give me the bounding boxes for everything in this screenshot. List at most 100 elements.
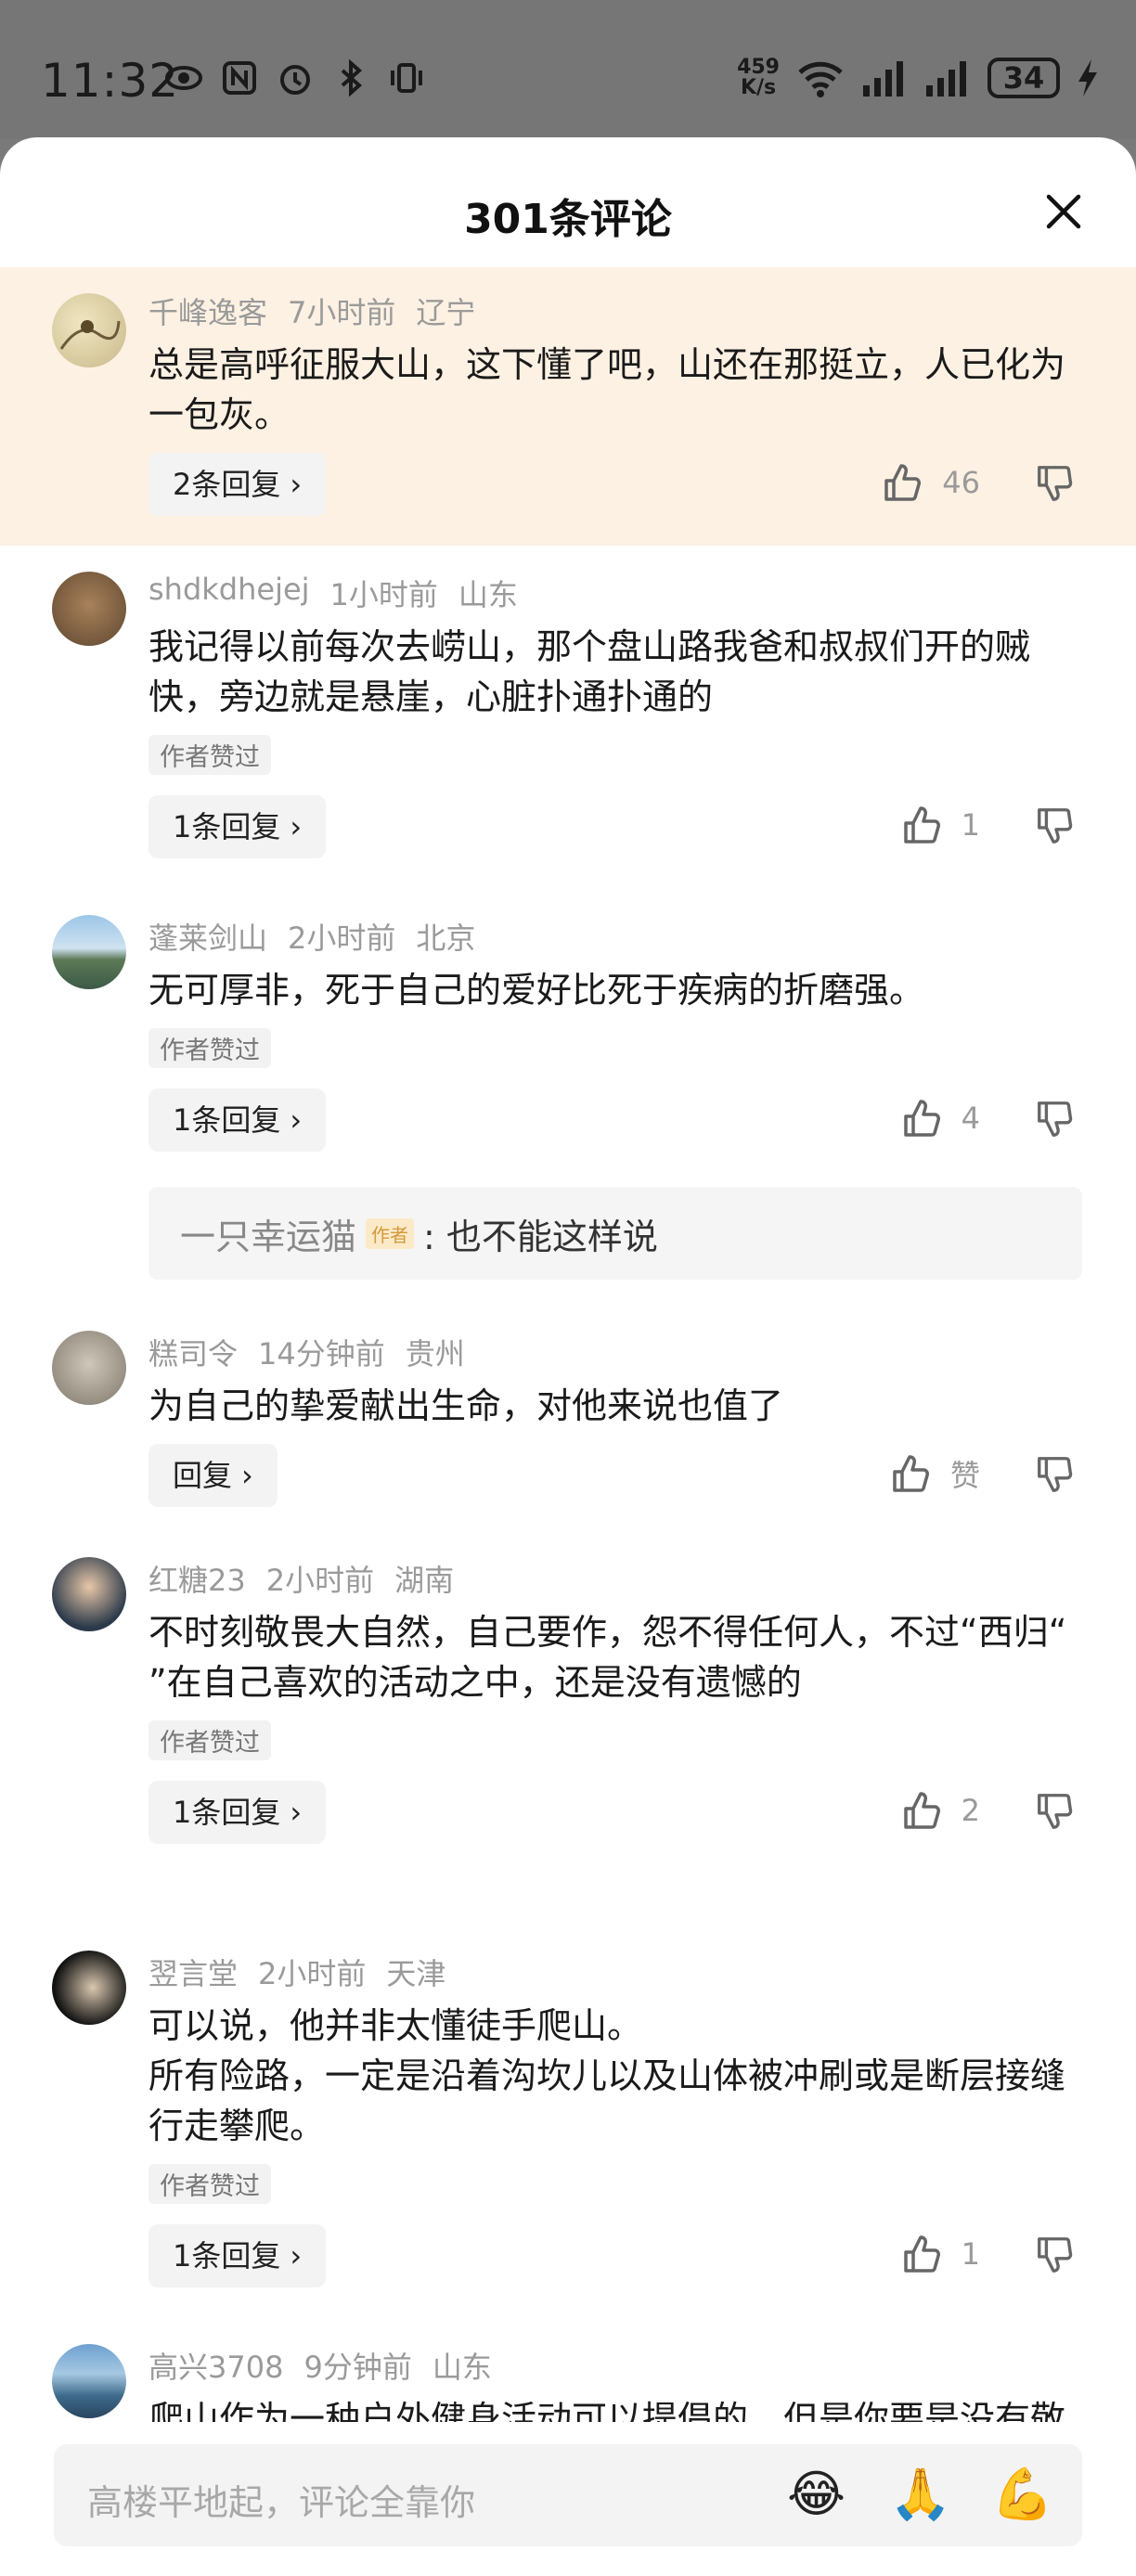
comment-text[interactable]: 我记得以前每次去崂山，那个盘山路我爸和叔叔们开的贼快，旁边就是悬崖，心脏扑通扑通… <box>148 622 1082 722</box>
author-liked-badge: 作者赞过 <box>148 1028 271 1068</box>
comment-location: 湖南 <box>394 1563 455 1598</box>
reply-label: 1条回复 <box>173 809 281 844</box>
comment-meta: 红糖23 2小时前 湖南 <box>148 1557 1082 1600</box>
like-button[interactable]: 赞 <box>889 1451 980 1496</box>
comment-location: 贵州 <box>405 1336 465 1372</box>
status-icons-right: 459 K/s 34 <box>737 58 1099 98</box>
username[interactable]: 翌言堂 <box>148 1951 238 1993</box>
bluetooth-icon <box>341 59 363 97</box>
wifi-icon <box>798 61 843 97</box>
thumb-down-icon[interactable] <box>1034 1098 1077 1140</box>
net-speed-unit: K/s <box>740 76 777 99</box>
reply-text: : 也不能这样说 <box>423 1216 658 1257</box>
alarm-icon <box>280 65 310 95</box>
comment-list[interactable]: 千峰逸客 7小时前 辽宁 总是高呼征服大山，这下懂了吧，山还在那挺立，人已化为一… <box>0 267 1136 2550</box>
thumb-up-icon <box>884 464 922 501</box>
comment-time: 2小时前 <box>258 1956 367 1991</box>
reply-preview[interactable]: 一只幸运猫 作者 : 也不能这样说 <box>148 1187 1082 1280</box>
close-icon[interactable] <box>1043 191 1084 232</box>
status-icons-left <box>165 59 425 97</box>
author-liked-badge: 作者赞过 <box>148 1720 271 1760</box>
comment-input[interactable]: 高楼平地起，评论全靠你 😂 🙏 💪 <box>54 2444 1082 2546</box>
praying-hands-emoji-icon[interactable]: 🙏 <box>889 2467 951 2522</box>
avatar[interactable] <box>52 293 126 367</box>
like-count: 1 <box>961 2236 980 2272</box>
like-button[interactable]: 1 <box>900 803 980 847</box>
thumb-up-icon <box>903 1792 940 1829</box>
laughing-emoji-icon[interactable]: 😂 <box>787 2467 846 2522</box>
comment-item: 蓬莱剑山 2小时前 北京 无可厚非，死于自己的爱好比死于疾病的折磨强。 作者赞过… <box>0 889 1136 1308</box>
view-replies-button[interactable]: 2条回复 › <box>148 453 327 516</box>
view-replies-button[interactable]: 1条回复 › <box>148 1781 327 1844</box>
username[interactable]: 红糖23 <box>148 1557 246 1600</box>
like-button[interactable]: 46 <box>881 460 980 505</box>
comment-input-bar: 高楼平地起，评论全靠你 😂 🙏 💪 <box>0 2422 1136 2576</box>
comment-sheet: 301条评论 千峰逸客 7小时前 辽宁 总是高呼征服大山，这下懂了吧，山还在那挺… <box>0 137 1136 2576</box>
eye-icon <box>165 66 202 90</box>
thumb-down-icon[interactable] <box>1034 1790 1077 1833</box>
view-replies-button[interactable]: 1条回复 › <box>148 795 327 858</box>
avatar[interactable] <box>52 2344 126 2418</box>
like-count: 2 <box>961 1793 980 1828</box>
comment-text[interactable]: 总是高呼征服大山，这下懂了吧，山还在那挺立，人已化为一包灰。 <box>148 340 1082 440</box>
avatar[interactable] <box>52 915 126 989</box>
username[interactable]: 高兴3708 <box>148 2344 283 2387</box>
reply-label: 1条回复 <box>173 2238 281 2273</box>
signal-icon <box>926 61 966 97</box>
comment-text[interactable]: 不时刻敬畏大自然，自己要作，怨不得任何人，不过“西归“ ”在自己喜欢的活动之中，… <box>148 1607 1082 1707</box>
comment-text[interactable]: 可以说，他并非太懂徒手爬山。 所有险路，一定是沿着沟坎儿以及山体被冲刷或是断层接… <box>148 2001 1082 2151</box>
thumb-up-icon <box>903 806 940 844</box>
reply-username[interactable]: 一只幸运猫 <box>180 1208 356 1259</box>
flexed-biceps-emoji-icon[interactable]: 💪 <box>991 2467 1053 2522</box>
like-button[interactable]: 1 <box>900 2232 980 2276</box>
comment-time: 14分钟前 <box>258 1336 385 1372</box>
comment-text[interactable]: 为自己的挚爱献出生命，对他来说也值了 <box>148 1381 1082 1431</box>
thumb-down-icon[interactable] <box>1034 805 1077 847</box>
like-count: 46 <box>942 465 980 500</box>
comment-time: 7小时前 <box>288 295 396 330</box>
comment-meta: shdkdhejej 1小时前 山东 <box>148 572 1082 614</box>
like-count: 赞 <box>949 1458 980 1493</box>
charging-icon <box>1078 59 1097 97</box>
comment-location: 辽宁 <box>416 295 476 330</box>
view-replies-button[interactable]: 1条回复 › <box>148 2224 327 2287</box>
like-button[interactable]: 2 <box>900 1788 980 1833</box>
chevron-right-icon: › <box>241 1458 253 1493</box>
author-badge: 作者 <box>366 1217 415 1249</box>
avatar[interactable] <box>52 1951 126 2025</box>
username[interactable]: shdkdhejej <box>148 572 310 614</box>
comment-item: shdkdhejej 1小时前 山东 我记得以前每次去崂山，那个盘山路我爸和叔叔… <box>0 546 1136 889</box>
chevron-right-icon: › <box>290 2238 303 2273</box>
comment-text[interactable]: 无可厚非，死于自己的爱好比死于疾病的折磨强。 <box>148 965 1082 1015</box>
thumb-down-icon[interactable] <box>1034 462 1077 505</box>
comment-meta: 糕司令 14分钟前 贵州 <box>148 1331 1082 1373</box>
like-count: 4 <box>961 1101 980 1136</box>
comment-location: 山东 <box>458 577 518 612</box>
thumb-down-icon[interactable] <box>1034 1453 1077 1496</box>
comment-time: 2小时前 <box>288 921 396 956</box>
comment-item: 千峰逸客 7小时前 辽宁 总是高呼征服大山，这下懂了吧，山还在那挺立，人已化为一… <box>0 267 1136 546</box>
chevron-right-icon: › <box>290 809 303 844</box>
avatar[interactable] <box>52 1331 126 1405</box>
like-button[interactable]: 4 <box>900 1096 980 1140</box>
comment-actions: 1条回复 › 1 <box>148 795 1082 860</box>
view-replies-button[interactable]: 1条回复 › <box>148 1088 327 1152</box>
username[interactable]: 千峰逸客 <box>148 290 267 332</box>
reply-label: 1条回复 <box>173 1795 281 1830</box>
reply-button[interactable]: 回复 › <box>148 1444 278 1507</box>
username[interactable]: 蓬莱剑山 <box>148 915 267 958</box>
username[interactable]: 糕司令 <box>148 1331 238 1373</box>
chevron-right-icon: › <box>290 1102 303 1138</box>
comment-actions: 回复 › 赞 <box>148 1444 1082 1509</box>
avatar[interactable] <box>52 1557 126 1631</box>
comment-actions: 2条回复 › 46 <box>148 453 1082 518</box>
net-speed: 459 K/s <box>737 58 780 98</box>
comment-actions: 1条回复 › 2 <box>148 1781 1082 1846</box>
comment-item: 红糖23 2小时前 湖南 不时刻敬畏大自然，自己要作，怨不得任何人，不过“西归“… <box>0 1531 1136 1925</box>
avatar[interactable] <box>52 572 126 646</box>
thumb-down-icon[interactable] <box>1034 2234 1077 2276</box>
nfc-icon <box>223 61 256 95</box>
comment-time: 2小时前 <box>265 1563 375 1598</box>
comment-meta: 高兴3708 9分钟前 山东 <box>148 2344 1082 2387</box>
vibrate-icon <box>391 63 422 93</box>
